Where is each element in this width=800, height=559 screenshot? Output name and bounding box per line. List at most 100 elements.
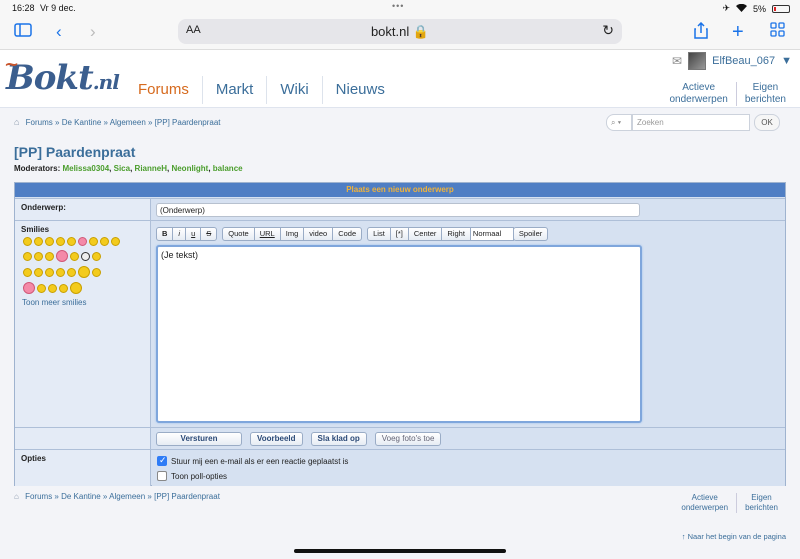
status-bar: 16:28 Vr 9 dec. ••• ✈ 5% [0, 0, 800, 16]
smiley-icon[interactable] [23, 251, 32, 261]
font-size-select[interactable]: Normaal [469, 227, 514, 241]
submit-button[interactable]: Versturen [156, 432, 242, 446]
moderator-link[interactable]: Neonlight [171, 164, 208, 173]
search-ok-button[interactable]: OK [754, 114, 780, 131]
header-link-own-posts[interactable]: Eigen berichten [735, 82, 794, 106]
smiley-icon[interactable] [78, 266, 90, 278]
video-button[interactable]: video [303, 227, 334, 241]
multitask-dots-icon[interactable]: ••• [392, 1, 404, 11]
spoiler-button[interactable]: Spoiler [512, 227, 549, 241]
moderator-link[interactable]: RianneH [135, 164, 167, 173]
smiley-icon[interactable] [92, 251, 101, 261]
smiley-icon[interactable] [92, 267, 101, 277]
strikethrough-button[interactable]: S [200, 227, 218, 241]
breadcrumb-current[interactable]: [PP] Paardenpraat [155, 118, 221, 127]
smiley-icon[interactable] [23, 267, 32, 277]
smiley-icon[interactable] [34, 267, 43, 277]
footer-link-active-topics[interactable]: Actieve onderwerpen [673, 493, 736, 513]
footer-link-own-posts[interactable]: Eigen berichten [736, 493, 786, 513]
option-poll[interactable]: Toon poll-opties [157, 470, 780, 482]
nav-markt[interactable]: Markt [203, 76, 268, 104]
smiley-icon[interactable] [67, 267, 76, 277]
smiley-icon[interactable] [34, 237, 43, 246]
save-draft-button[interactable]: Sla klad op [310, 432, 367, 446]
back-to-top-link[interactable]: ↑ Naar het begin van de pagina [682, 532, 786, 541]
center-button[interactable]: Center [407, 227, 443, 241]
nav-nieuws[interactable]: Nieuws [323, 76, 398, 104]
quote-button[interactable]: Quote [222, 227, 255, 241]
underline-button[interactable]: u [185, 227, 202, 241]
search-input[interactable]: Zoeken [632, 114, 750, 131]
moderator-link[interactable]: Melissa0304 [62, 164, 109, 173]
smiley-icon[interactable] [70, 251, 79, 261]
smiley-icon[interactable] [34, 251, 43, 261]
smiley-icon[interactable] [70, 282, 82, 294]
smiley-icon[interactable] [48, 283, 57, 293]
moderator-link[interactable]: balance [213, 164, 243, 173]
right-align-button[interactable]: Right [441, 227, 471, 241]
search-scope-select[interactable]: ⌕ ▾ [606, 114, 632, 131]
moderator-link[interactable]: Sica [114, 164, 130, 173]
smiley-icon[interactable] [100, 237, 109, 246]
smiley-icon[interactable] [78, 237, 87, 246]
breadcrumb-kantine[interactable]: De Kantine [62, 118, 102, 127]
status-date: Vr 9 dec. [40, 3, 76, 13]
smiley-icon[interactable] [23, 282, 35, 294]
avatar[interactable] [688, 52, 707, 70]
new-tab-icon[interactable]: + [732, 22, 744, 42]
url-button[interactable]: URL [253, 227, 281, 241]
list-item-button[interactable]: [*] [389, 227, 409, 241]
smiley-icon[interactable] [67, 237, 76, 246]
email-notify-checkbox[interactable] [157, 455, 167, 466]
message-textarea[interactable]: (Je tekst) [156, 245, 642, 423]
nav-wiki[interactable]: Wiki [267, 76, 323, 104]
options-label: Opties [15, 450, 151, 486]
more-smilies-link[interactable]: Toon meer smilies [22, 298, 132, 307]
option-email-notify[interactable]: Stuur mij een e-mail als er een reactie … [157, 455, 780, 467]
smiley-icon[interactable] [45, 251, 54, 261]
smiley-icon[interactable] [56, 250, 68, 262]
smiley-icon[interactable] [23, 237, 32, 246]
smiley-icon[interactable] [81, 251, 90, 261]
smiley-icon[interactable] [56, 267, 65, 277]
smiley-icon[interactable] [111, 237, 120, 246]
mail-icon[interactable]: ✉ [672, 54, 682, 68]
add-photos-button[interactable]: Voeg foto's toe [374, 432, 442, 446]
list-button[interactable]: List [367, 227, 391, 241]
italic-button[interactable]: i [172, 227, 187, 241]
preview-button[interactable]: Voorbeeld [250, 432, 303, 446]
tabs-overview-icon[interactable] [770, 22, 785, 42]
user-menu-caret-icon[interactable]: ▼ [781, 55, 792, 67]
breadcrumb-forums[interactable]: Forums [26, 118, 53, 127]
code-button[interactable]: Code [332, 227, 363, 241]
smiley-icon[interactable] [89, 237, 98, 246]
smiley-icon[interactable] [56, 237, 65, 246]
address-bar[interactable]: AA bokt.nl 🔒 ↻ [178, 19, 622, 44]
header-link-active-topics[interactable]: Actieve onderwerpen [661, 82, 735, 106]
back-icon[interactable]: ‹ [56, 22, 62, 42]
subject-row: Onderwerp: (Onderwerp) [15, 198, 785, 220]
smiley-icon[interactable] [59, 283, 68, 293]
smiley-icon[interactable] [37, 283, 46, 293]
reload-icon[interactable]: ↻ [602, 22, 614, 39]
url-text: bokt.nl 🔒 [370, 24, 430, 39]
share-icon[interactable] [694, 21, 708, 44]
bold-button[interactable]: B [156, 227, 174, 241]
breadcrumb-algemeen[interactable]: Algemeen [110, 118, 146, 127]
home-icon[interactable]: ⌂ [14, 117, 19, 127]
sidebar-icon[interactable] [14, 22, 32, 42]
battery-icon [772, 4, 790, 13]
forward-icon[interactable]: › [90, 22, 96, 42]
username[interactable]: ElfBeau_067 [712, 55, 775, 67]
smilies-grid: Toon meer smilies [22, 235, 132, 307]
page-title[interactable]: [PP] Paardenpraat [14, 144, 135, 160]
home-indicator[interactable] [294, 549, 506, 553]
subject-input[interactable]: (Onderwerp) [156, 203, 640, 217]
img-button[interactable]: Img [279, 227, 305, 241]
smiley-icon[interactable] [45, 237, 54, 246]
poll-options-checkbox[interactable] [157, 471, 167, 481]
site-logo[interactable]: ~ Bokt.nl [4, 54, 120, 98]
smiley-icon[interactable] [45, 267, 54, 277]
home-icon[interactable]: ⌂ [14, 492, 19, 501]
nav-forums[interactable]: Forums [125, 76, 203, 104]
